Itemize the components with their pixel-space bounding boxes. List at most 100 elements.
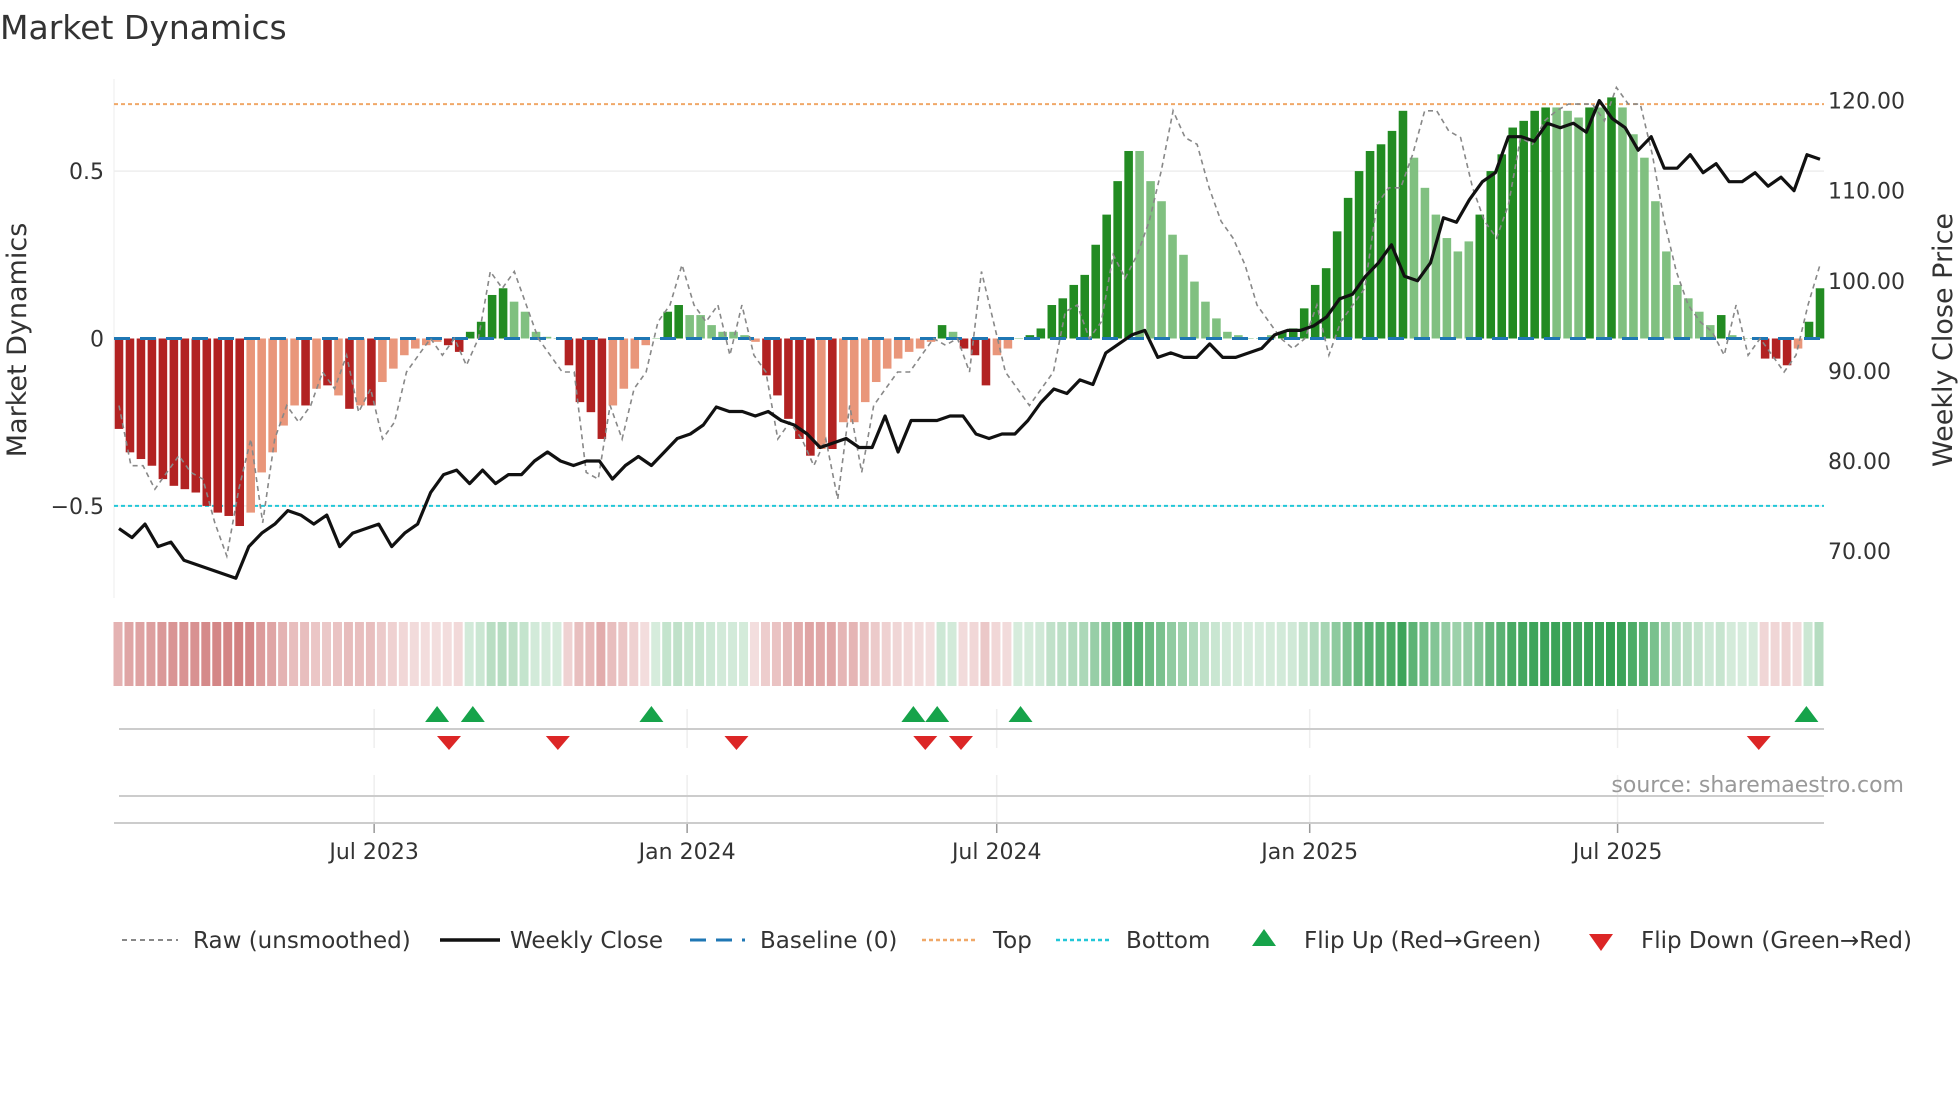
heat-cell (113, 622, 123, 686)
heat-cell (190, 622, 200, 686)
momentum-bar (1212, 318, 1221, 339)
heat-cell (892, 622, 902, 686)
flip-down-marker (913, 736, 938, 750)
heat-cell (1693, 622, 1703, 686)
heat-cell (673, 622, 683, 686)
heat-cell (1210, 622, 1220, 686)
flip-down-marker (1746, 736, 1771, 750)
heat-cell (837, 622, 847, 686)
momentum-bar (1662, 251, 1671, 339)
momentum-bar (992, 338, 1002, 356)
heat-cell (1145, 622, 1155, 686)
heat-cell (1331, 622, 1341, 686)
momentum-bar (180, 338, 190, 490)
momentum-bar (1190, 281, 1199, 339)
heat-cell (1024, 622, 1034, 686)
heat-cell (1112, 622, 1122, 686)
flip-up-marker (639, 706, 664, 722)
heat-cell (1573, 622, 1583, 686)
y-axis-label: Market Dynamics (2, 223, 33, 458)
heat-cell (739, 622, 749, 686)
heat-cell (1046, 622, 1056, 686)
momentum-bar (1168, 234, 1177, 339)
legend-flip-up-label: Flip Up (Red→Green) (1304, 928, 1541, 954)
heat-cell (684, 622, 694, 686)
heat-cell (1397, 622, 1407, 686)
legend-flip-down-icon (1589, 934, 1613, 951)
momentum-bar (1179, 254, 1188, 339)
momentum-bar (1815, 288, 1825, 339)
heat-cell (662, 622, 672, 686)
heat-cell (420, 622, 430, 686)
heat-cell (1562, 622, 1572, 686)
momentum-bar (125, 338, 135, 453)
momentum-bar (1585, 107, 1594, 339)
momentum-bar (817, 338, 826, 449)
momentum-bar (411, 338, 420, 349)
y2-tick-label: 110.00 (1828, 180, 1905, 205)
momentum-bar (1651, 201, 1660, 339)
heat-cell (234, 622, 244, 686)
heat-cell (728, 622, 738, 686)
flip-up-marker (1794, 706, 1819, 722)
heat-cell (596, 622, 606, 686)
heat-cell (936, 622, 946, 686)
heat-cell (651, 622, 661, 686)
momentum-bar (1332, 231, 1342, 339)
heat-cell (563, 622, 573, 686)
heat-cell (1156, 622, 1166, 686)
momentum-bar (1146, 181, 1155, 339)
heat-cell (1803, 622, 1813, 686)
heat-cell (365, 622, 375, 686)
momentum-bar (1760, 338, 1770, 359)
momentum-bar (1453, 251, 1463, 339)
heat-cell (1134, 622, 1144, 686)
momentum-bar (1080, 274, 1090, 339)
heat-cell (300, 622, 310, 686)
heat-cell (1309, 622, 1319, 686)
legend: Raw (unsmoothed) Weekly Close Baseline (… (122, 928, 1912, 954)
flip-up-marker (1008, 706, 1033, 722)
heat-cell (431, 622, 441, 686)
heat-cell (1430, 622, 1440, 686)
market-dynamics-chart: Market Dynamics Market Dynamics Weekly C… (0, 8, 1959, 954)
heat-cell (1232, 622, 1242, 686)
momentum-bar (114, 338, 124, 429)
heat-cell (1035, 622, 1045, 686)
flip-up-marker (901, 706, 926, 722)
momentum-bar (136, 338, 146, 460)
legend-top-label: Top (992, 928, 1032, 954)
momentum-bar (1541, 107, 1550, 339)
heat-cell (1584, 622, 1594, 686)
momentum-bar (1124, 150, 1133, 339)
heat-cell (1188, 622, 1198, 686)
heat-cell (695, 622, 705, 686)
momentum-bar (312, 338, 321, 389)
y-tick-label: 0.5 (69, 160, 104, 185)
flip-down-marker (724, 736, 749, 750)
momentum-bar (1387, 130, 1397, 339)
heat-cell (1551, 622, 1561, 686)
heat-cell (1408, 622, 1418, 686)
heat-cell (815, 622, 825, 686)
heat-cell (343, 622, 353, 686)
x-tick-label: Jul 2025 (1571, 840, 1663, 865)
momentum-bar (795, 338, 804, 439)
heat-cell (486, 622, 496, 686)
heat-cell (618, 622, 628, 686)
momentum-bar (1552, 107, 1561, 339)
momentum-bar (1223, 331, 1232, 339)
flip-panel (119, 706, 1824, 750)
y2-tick-label: 90.00 (1828, 360, 1891, 385)
heat-cell (354, 622, 364, 686)
momentum-bar (652, 338, 662, 339)
flip-up-marker (925, 706, 950, 722)
heat-cell (530, 622, 540, 686)
heat-cell (1737, 622, 1747, 686)
heat-cell (1485, 622, 1495, 686)
heat-cell (168, 622, 178, 686)
heat-cell (1671, 622, 1681, 686)
heat-cell (541, 622, 551, 686)
y2-tick-label: 80.00 (1828, 450, 1891, 475)
momentum-bar (1530, 110, 1539, 339)
